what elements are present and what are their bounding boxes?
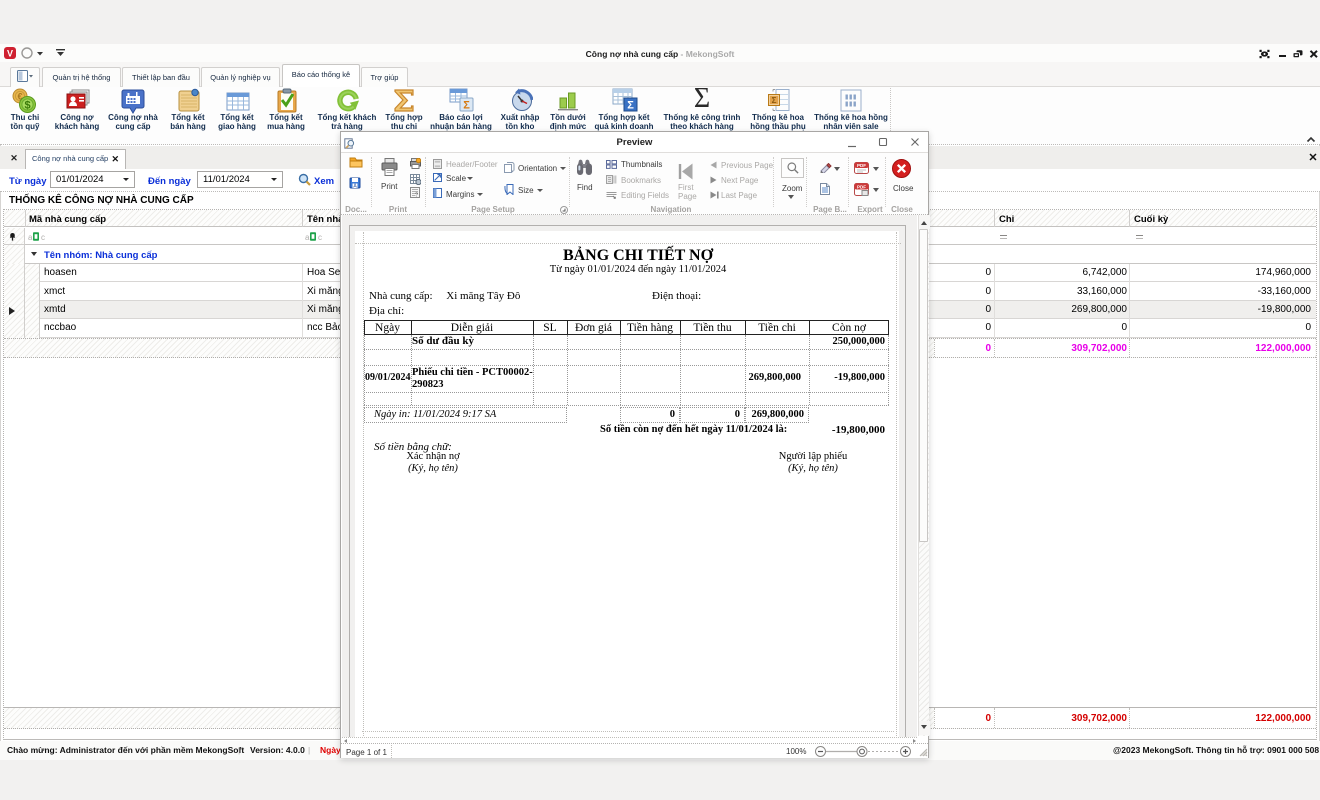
svg-text:V: V xyxy=(7,49,13,59)
svg-text:a: a xyxy=(305,233,310,241)
svg-text:PDF: PDF xyxy=(857,185,866,190)
svg-text:$: $ xyxy=(24,100,30,112)
svg-text:?: ? xyxy=(415,193,418,199)
svg-text:a: a xyxy=(28,233,33,241)
svg-text:c: c xyxy=(318,233,322,241)
svg-text:Σ: Σ xyxy=(627,100,634,112)
svg-text:c: c xyxy=(41,233,45,241)
svg-text:Σ: Σ xyxy=(463,100,470,112)
svg-text:Σ: Σ xyxy=(772,96,777,105)
svg-text:PDF: PDF xyxy=(857,163,866,168)
